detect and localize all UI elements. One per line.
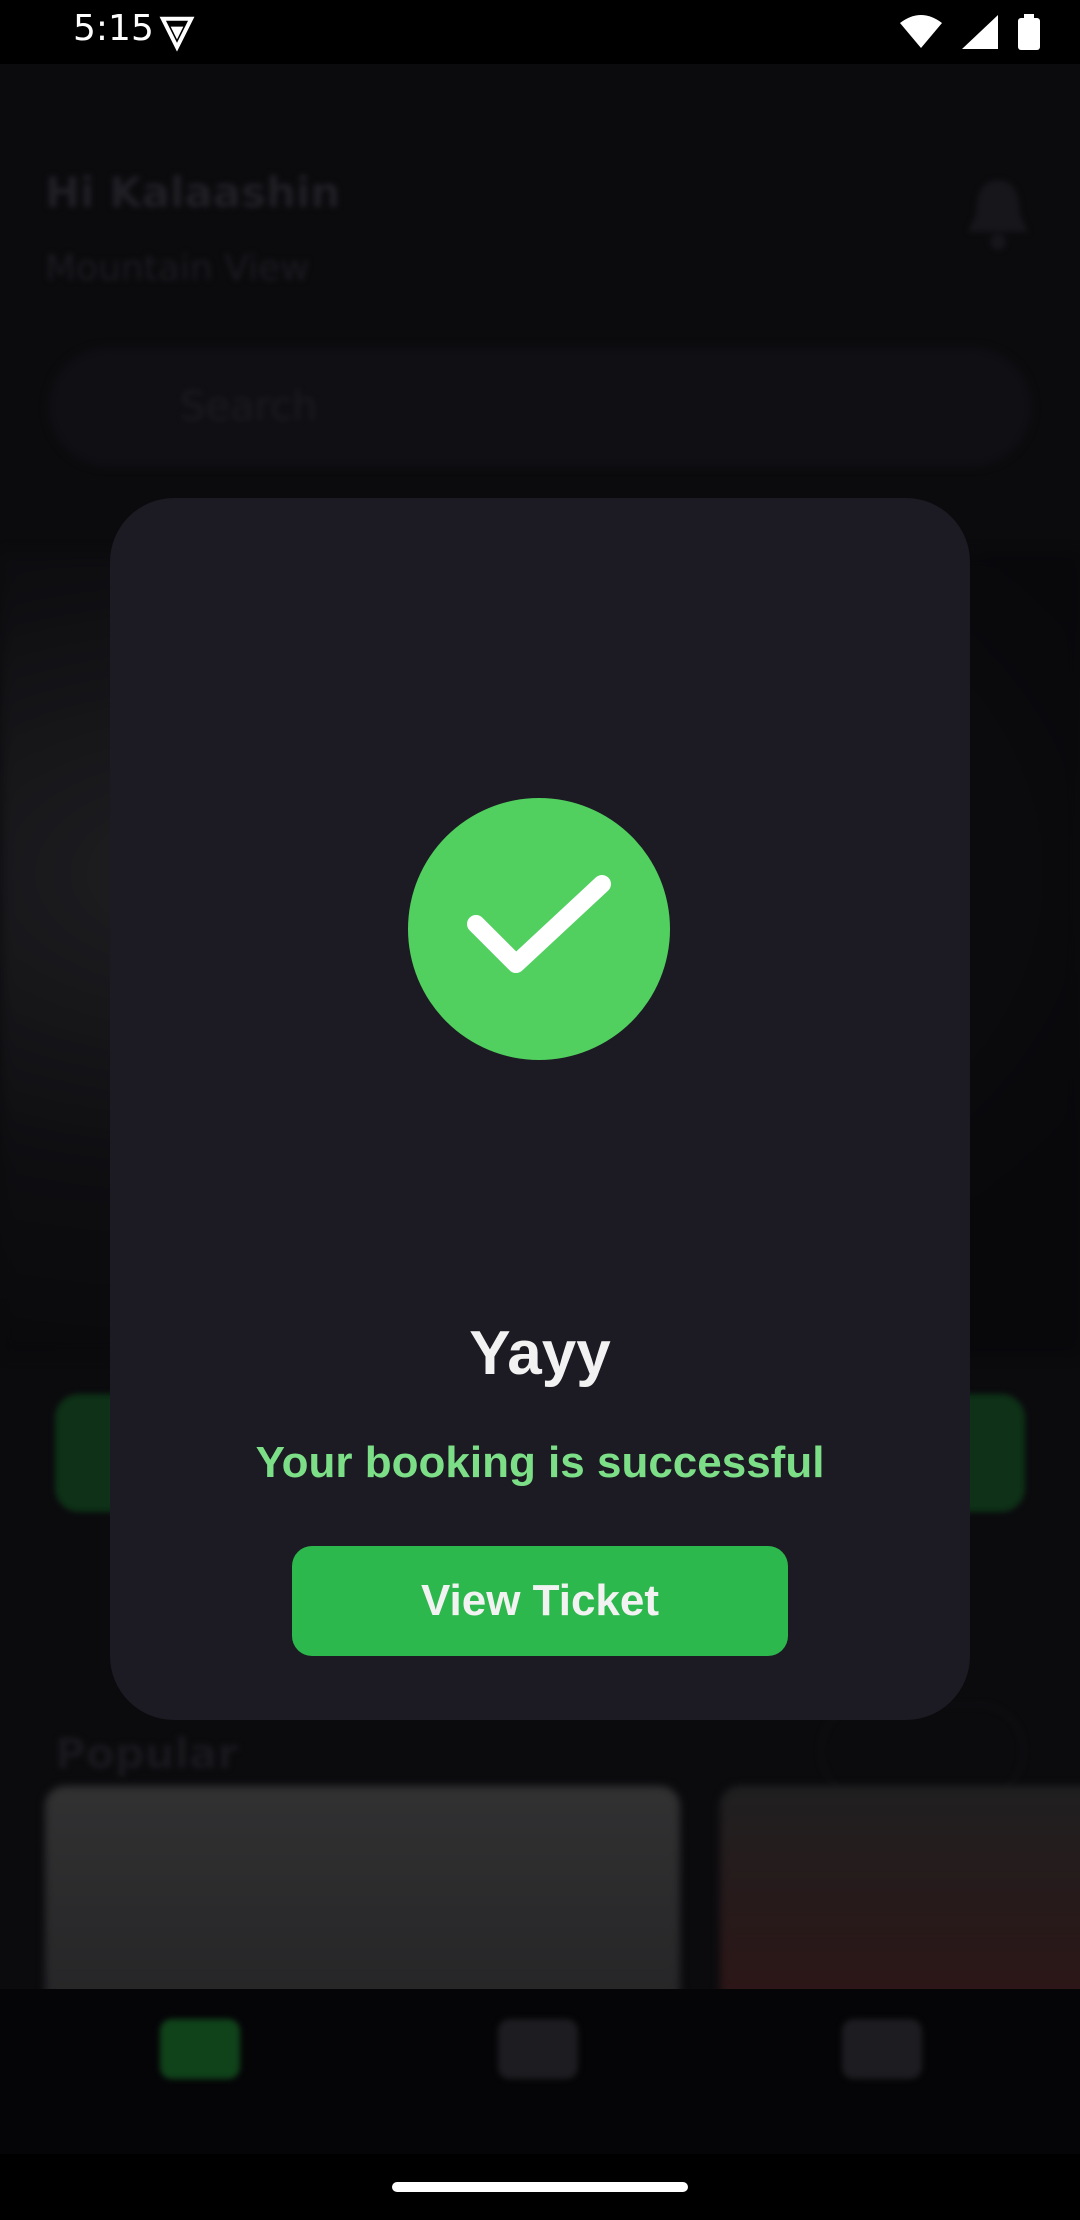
battery-icon bbox=[1018, 14, 1040, 54]
booking-success-dialog: Yayy Your booking is successful View Tic… bbox=[110, 498, 970, 1720]
success-message: Your booking is successful bbox=[255, 1438, 825, 1487]
home-gesture-handle[interactable] bbox=[392, 2182, 688, 2192]
view-ticket-button[interactable]: View Ticket bbox=[292, 1546, 788, 1656]
checkmark-icon bbox=[408, 798, 670, 1060]
wifi-icon bbox=[900, 15, 942, 53]
status-icons bbox=[900, 14, 1040, 54]
status-bar: 5:15 bbox=[0, 0, 1080, 64]
dialog-title: Yayy bbox=[469, 1319, 611, 1388]
signal-icon bbox=[962, 15, 998, 53]
shield-icon bbox=[158, 14, 196, 56]
status-time: 5:15 bbox=[73, 8, 154, 49]
